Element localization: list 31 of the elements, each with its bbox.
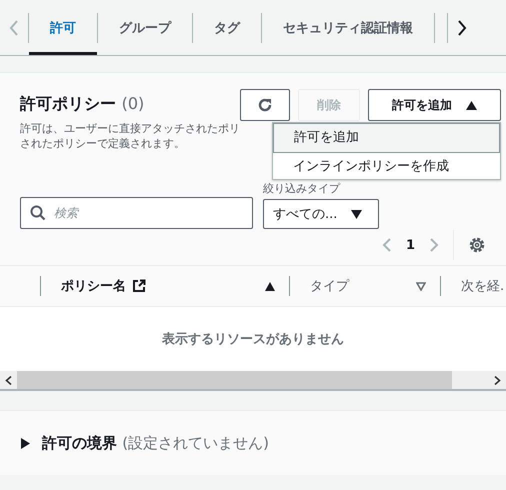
type-select[interactable]: すべての... xyxy=(263,199,379,229)
scroll-right-icon[interactable] xyxy=(457,20,467,36)
tab[interactable]: グループ xyxy=(98,0,192,55)
empty-message: 表示するリソースがありません xyxy=(0,307,506,371)
column-header[interactable]: ポリシー名 xyxy=(61,277,126,295)
settings-icon[interactable] xyxy=(468,236,486,254)
expand-icon[interactable] xyxy=(21,438,30,448)
refresh-icon xyxy=(256,96,274,114)
scroll-left-icon[interactable] xyxy=(5,376,12,384)
page-number[interactable]: 1 xyxy=(406,238,415,252)
panel-title: 許可ポリシー (0) xyxy=(20,94,146,115)
tab[interactable]: タグ xyxy=(193,0,261,55)
tab[interactable]: セキュリティ認証情報 xyxy=(262,0,434,55)
sort-ascending-icon[interactable] xyxy=(265,282,275,290)
description-text: されたポリシーで定義されます。 xyxy=(20,136,186,151)
caret-icon xyxy=(466,100,478,110)
sort-icon[interactable] xyxy=(416,282,426,290)
column-header[interactable]: タイプ xyxy=(310,277,349,295)
horizontal-scrollbar[interactable] xyxy=(0,371,506,391)
scroll-right-icon[interactable] xyxy=(494,376,501,384)
search-field[interactable]: 検索 xyxy=(20,197,253,229)
filter-label: 絞り込みタイプ xyxy=(263,181,342,196)
description-text: 許可は、ユーザーに直接アタッチされたポリ xyxy=(20,121,240,136)
add-permissions-button[interactable]: 許可を追加 xyxy=(368,89,501,121)
section-title[interactable]: 許可の境界 (設定されていません) xyxy=(42,434,269,452)
menu-item[interactable]: インラインポリシーを作成 xyxy=(273,153,500,179)
caret-icon xyxy=(351,210,362,218)
menu-item[interactable]: 許可を追加 xyxy=(273,123,500,153)
column-header[interactable]: 次を経. xyxy=(461,277,504,295)
refresh-button[interactable] xyxy=(240,89,290,121)
search-icon xyxy=(30,205,46,221)
